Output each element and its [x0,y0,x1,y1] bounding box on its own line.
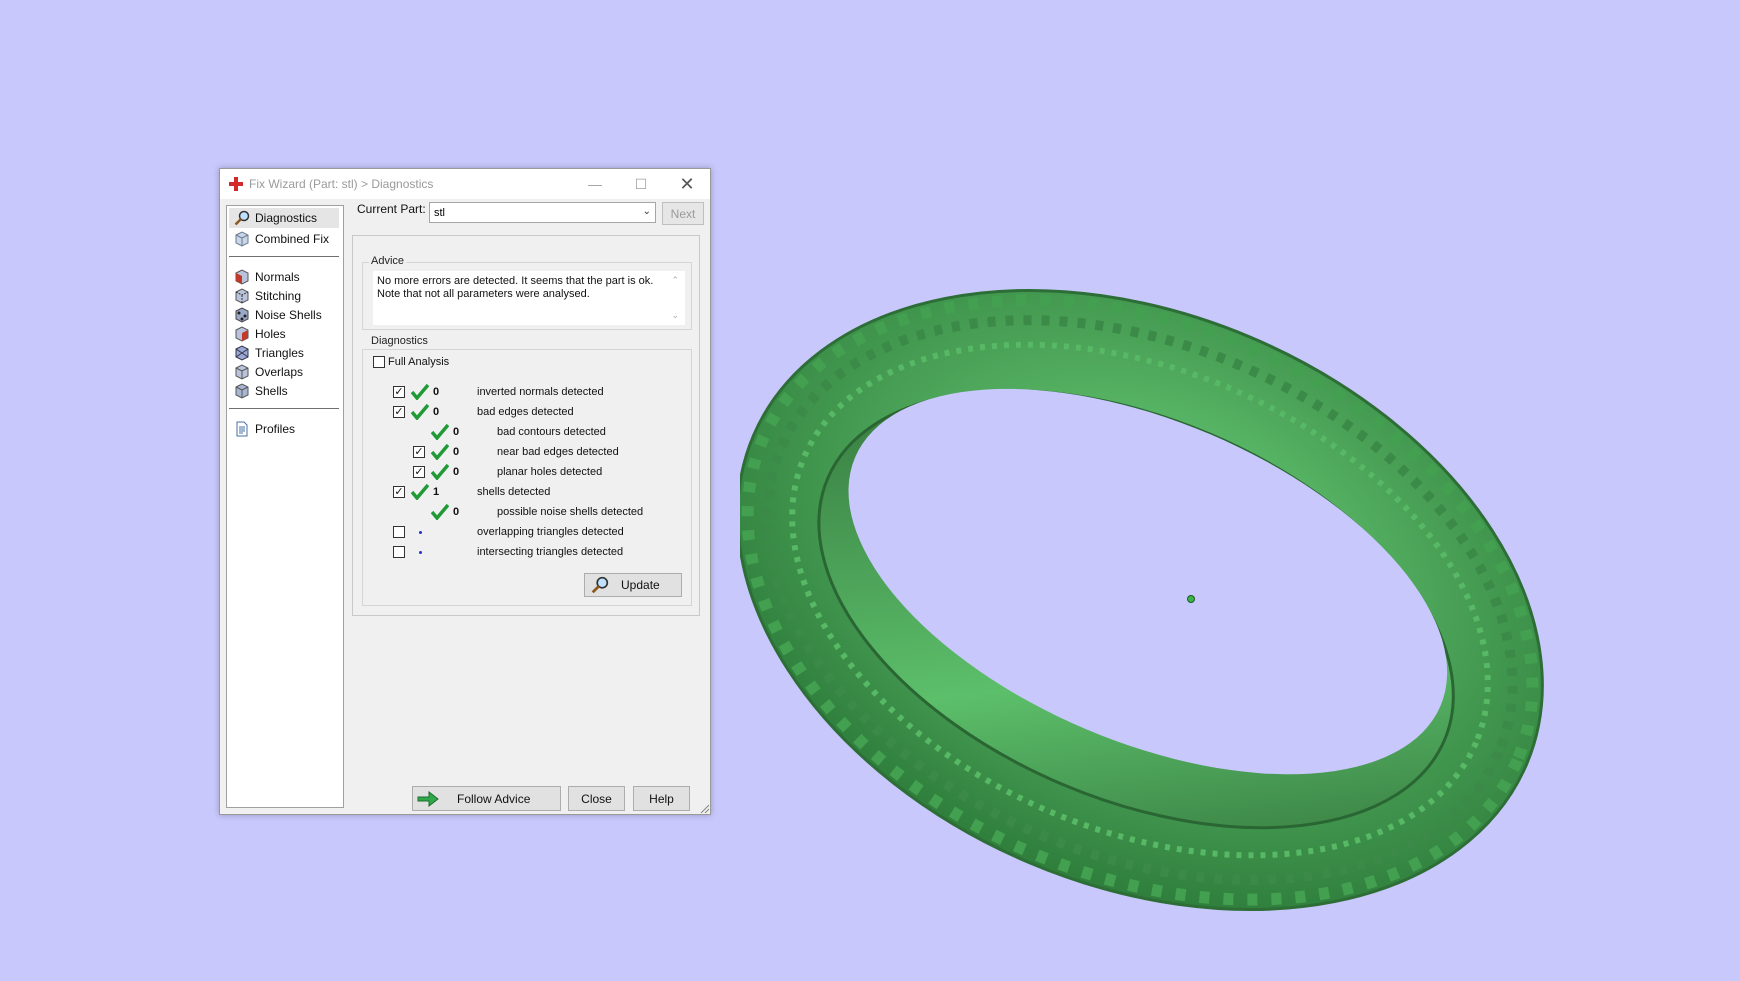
resize-grip-icon[interactable] [700,804,710,814]
sidebar-item-shells[interactable]: Shells [229,381,339,401]
advice-text-box: No more errors are detected. It seems th… [373,271,685,325]
follow-advice-button[interactable]: Follow Advice [412,786,561,811]
help-button[interactable]: Help [633,786,690,811]
scroll-up-icon[interactable]: ⌃ [671,275,679,286]
sidebar-item-label: Shells [255,384,288,398]
diagnostic-label: shells detected [477,486,551,498]
diagnostic-label: intersecting triangles detected [477,546,624,558]
diagnostic-label: bad edges detected [477,406,574,418]
planar-holes-checkbox[interactable]: ✓ [413,466,425,478]
document-icon [236,421,248,437]
ring-model[interactable] [740,250,1640,950]
sidebar-item-noise-shells[interactable]: Noise Shells [229,305,339,325]
overlapping-triangles-checkbox[interactable] [393,526,405,538]
sidebar-item-normals[interactable]: Normals [229,267,339,287]
sidebar-item-overlaps[interactable]: Overlaps [229,362,339,382]
diagnostic-label: inverted normals detected [477,386,604,398]
sidebar-item-label: Diagnostics [255,211,318,225]
update-label: Update [621,578,660,592]
green-check-icon [411,404,429,420]
advice-title: Advice [369,255,407,267]
cube-icon [235,231,249,247]
update-button[interactable]: Update [584,573,682,597]
sidebar-item-label: Triangles [255,346,304,360]
window-title: Fix Wizard (Part: stl) > Diagnostics [249,177,434,191]
sidebar-item-label: Profiles [255,422,296,436]
count-value: 0 [453,506,460,518]
diagnostics-title: Diagnostics [369,335,430,347]
triangles-cube-icon [235,345,249,361]
count-value: 0 [433,386,440,398]
green-check-icon [431,424,449,440]
chevron-down-icon: ⌄ [642,206,651,217]
bad-edges-checkbox[interactable]: ✓ [393,406,405,418]
title-bar[interactable]: Fix Wizard (Part: stl) > Diagnostics — ☐… [220,169,710,199]
magnifier-icon [234,210,250,226]
count-value: 0 [433,406,440,418]
sidebar-item-triangles[interactable]: Triangles [229,343,339,363]
diagnostic-label: planar holes detected [497,466,603,478]
sidebar-item-label: Normals [255,270,300,284]
holes-cube-icon [235,326,249,342]
diagnostic-label: near bad edges detected [497,446,619,458]
sidebar-divider [229,408,339,409]
green-check-icon [411,384,429,400]
sidebar-item-label: Holes [255,327,286,341]
current-part-label: Current Part: [357,202,426,216]
sidebar-item-diagnostics[interactable]: Diagnostics [229,208,339,228]
count-value: 0 [453,446,460,458]
stitching-cube-icon [235,288,249,304]
normals-cube-icon [235,269,249,285]
close-icon[interactable]: ✕ [664,169,710,199]
wizard-sidebar: Diagnostics Combined Fix Normals Stitchi… [226,205,344,808]
intersecting-triangles-checkbox[interactable] [393,546,405,558]
diagnostic-label: bad contours detected [497,426,606,438]
sidebar-item-label: Noise Shells [255,308,322,322]
shells-cube-icon [235,383,249,399]
sidebar-item-label: Stitching [255,289,302,303]
green-check-icon [411,484,429,500]
near-bad-edges-checkbox[interactable]: ✓ [413,446,425,458]
count-value: 0 [453,466,460,478]
not-run-dot-icon [419,531,422,534]
sidebar-item-holes[interactable]: Holes [229,324,339,344]
count-value: 0 [453,426,460,438]
sidebar-item-profiles[interactable]: Profiles [229,419,339,439]
inverted-normals-checkbox[interactable]: ✓ [393,386,405,398]
overlaps-cube-icon [235,364,249,380]
minimize-icon[interactable]: — [572,169,618,199]
red-cross-icon [229,177,243,191]
diagnostic-label: overlapping triangles detected [477,526,624,538]
scroll-down-icon[interactable]: ⌄ [671,310,679,321]
follow-advice-label: Follow Advice [457,791,531,806]
full-analysis-checkbox[interactable] [373,356,385,368]
current-part-select[interactable]: stl ⌄ [429,202,656,223]
count-value: 1 [433,486,440,498]
close-button[interactable]: Close [568,786,625,811]
sidebar-item-label: Combined Fix [255,232,330,246]
next-button[interactable]: Next [662,202,704,225]
green-arrow-icon [417,790,439,807]
sidebar-item-stitching[interactable]: Stitching [229,286,339,306]
noise-shells-icon [235,307,249,323]
green-check-icon [431,464,449,480]
not-run-dot-icon [419,551,422,554]
advice-text: No more errors are detected. It seems th… [377,275,654,300]
full-analysis-label: Full Analysis [388,356,450,368]
maximize-icon[interactable]: ☐ [618,169,664,199]
current-part-value: stl [434,206,445,219]
shells-checkbox[interactable]: ✓ [393,486,405,498]
green-check-icon [431,504,449,520]
green-check-icon [431,444,449,460]
magnifier-icon [591,576,609,594]
sidebar-item-combined-fix[interactable]: Combined Fix [229,229,339,249]
diagnostic-label: possible noise shells detected [497,506,644,518]
sidebar-item-label: Overlaps [255,365,304,379]
sidebar-divider [229,256,339,257]
